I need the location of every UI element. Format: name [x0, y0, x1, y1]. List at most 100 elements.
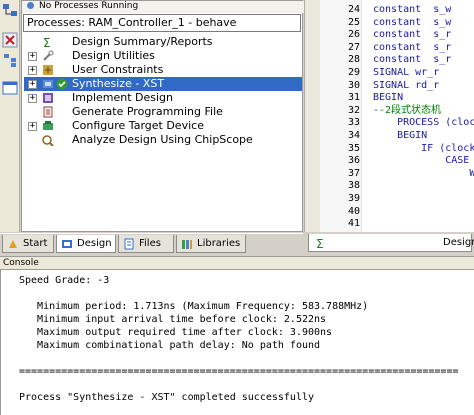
tab-label: Design [77, 238, 112, 249]
process-item[interactable]: Analyze Design Using ChipScope [24, 133, 302, 147]
tab-libraries[interactable]: Libraries [176, 235, 246, 253]
console-title: Console [0, 256, 474, 270]
code-line: 26 constant s_r [320, 28, 474, 41]
code-line: 38 I [320, 179, 474, 192]
process-label: User Constraints [72, 63, 164, 76]
tree-icon[interactable] [2, 52, 18, 68]
console-line: ========================================… [19, 366, 459, 377]
vertical-scrollbar[interactable] [304, 0, 320, 232]
code-line: 37 WHEN [320, 167, 474, 180]
start-icon [7, 238, 19, 250]
line-number: 33 [347, 117, 360, 129]
program-file-icon [42, 106, 54, 118]
expand-toggle[interactable]: + [28, 122, 37, 131]
svg-text:Σ: Σ [316, 237, 324, 249]
code-text: BEGIN [373, 130, 428, 141]
line-number: 39 [347, 193, 360, 204]
window-icon[interactable] [2, 80, 18, 96]
configure-icon [42, 120, 54, 132]
left-toolbar [0, 0, 20, 232]
line-number: 26 [347, 29, 360, 41]
code-line: 32 --2段式状态机 [320, 104, 474, 117]
line-number: 34 [347, 130, 360, 141]
code-text: E [373, 205, 474, 218]
console-line: Process "Synthesize - XST" completed suc… [19, 392, 315, 403]
tab-design-summary[interactable]: Σ Design [308, 234, 474, 252]
process-item[interactable]: + User Constraints [24, 63, 302, 77]
line-number: 31 [347, 92, 360, 104]
code-line: 30 SIGNAL rd_r [320, 79, 474, 92]
console-line: Maximum combinational path delay: No pat… [19, 340, 321, 351]
code-text: SIGNAL rd_r [373, 79, 440, 91]
svg-text:Σ: Σ [43, 36, 51, 48]
expand-toggle[interactable]: + [28, 52, 37, 61]
line-number: 24 [347, 4, 360, 15]
line-number: 41 [347, 218, 360, 230]
process-item[interactable]: + Configure Target Device [24, 119, 302, 133]
code-line: 28 constant s_r [320, 53, 474, 66]
tab-label: Start [23, 238, 48, 249]
design-summary-icon: Σ [315, 237, 327, 251]
process-item[interactable]: Σ Design Summary/Reports [24, 35, 302, 50]
console-line: Maximum output required time after clock… [19, 327, 333, 338]
code-text: BEGIN [373, 92, 404, 104]
code-text: IF (clock' [373, 142, 474, 154]
status-text: No Processes Running [39, 1, 139, 11]
tab-start[interactable]: Start [2, 235, 54, 253]
line-number: 32 [347, 104, 360, 116]
processes-header: Processes: RAM_Controller_1 - behave [23, 14, 301, 32]
code-line: 24 constant s_w [320, 3, 474, 16]
line-number: 29 [347, 67, 360, 78]
code-text: I [373, 179, 474, 192]
process-label: Design Summary/Reports [72, 35, 213, 48]
line-number: 38 [347, 180, 360, 192]
code-line: 31 BEGIN [320, 91, 474, 104]
line-number: 35 [347, 142, 360, 154]
line-number: 28 [347, 54, 360, 66]
expand-toggle[interactable]: + [28, 80, 37, 89]
code-editor[interactable]: 24 constant s_w 25 constant s_w 26 constant s… [320, 0, 474, 232]
right-tab-bar: Σ Design [304, 233, 474, 253]
process-label: Design Utilities [72, 49, 155, 62]
tab-label: Files [139, 238, 161, 249]
code-line: 41 [320, 217, 474, 230]
process-item[interactable]: + Design Utilities [24, 49, 302, 63]
code-text: --2段式状态机 [373, 104, 442, 116]
code-line: 40 E [320, 205, 474, 218]
console-line: Minimum input arrival time before clock:… [19, 314, 327, 325]
code-line: 27 constant s_r [320, 41, 474, 54]
line-number: 25 [347, 16, 360, 28]
process-item[interactable]: Generate Programming File [24, 105, 302, 119]
processes-panel: No Processes Running Processes: RAM_Cont… [21, 0, 304, 232]
files-icon [123, 238, 135, 250]
console-line: Speed Grade: -3 [19, 275, 110, 286]
code-line: 36 CASE st [320, 154, 474, 167]
console-output[interactable]: Speed Grade: -3 Minimum period: 1.713ns … [0, 270, 474, 415]
synthesize-icon [42, 78, 54, 90]
expand-toggle[interactable]: + [28, 94, 37, 103]
libraries-icon [181, 238, 193, 250]
process-label: Generate Programming File [72, 105, 223, 118]
hierarchy-icon[interactable] [2, 2, 18, 18]
code-text: SIGNAL wr_r [373, 67, 440, 78]
code-text: constant s_r [373, 41, 452, 53]
status-icon [27, 2, 34, 9]
tab-design[interactable]: Design [56, 235, 116, 253]
left-tab-bar: Start Design Files Libraries [0, 233, 303, 253]
close-icon[interactable] [2, 32, 18, 48]
tab-label: Design [443, 237, 474, 248]
expand-toggle[interactable]: + [28, 66, 37, 75]
tab-files[interactable]: Files [118, 235, 174, 253]
code-text: WHEN [469, 167, 474, 179]
console-line: Minimum period: 1.713ns (Maximum Frequen… [19, 301, 369, 312]
process-label: Configure Target Device [72, 119, 204, 132]
process-item[interactable]: + Synthesize - XST [24, 77, 302, 91]
code-line: 35 IF (clock' [320, 142, 474, 155]
line-number: 40 [347, 205, 360, 217]
tab-label: Libraries [197, 238, 241, 249]
process-item[interactable]: + Implement Design [24, 91, 302, 105]
line-number: 30 [347, 79, 360, 91]
line-number: 37 [347, 167, 360, 179]
process-label: Analyze Design Using ChipScope [72, 133, 253, 146]
code-text: constant s_r [373, 54, 452, 66]
